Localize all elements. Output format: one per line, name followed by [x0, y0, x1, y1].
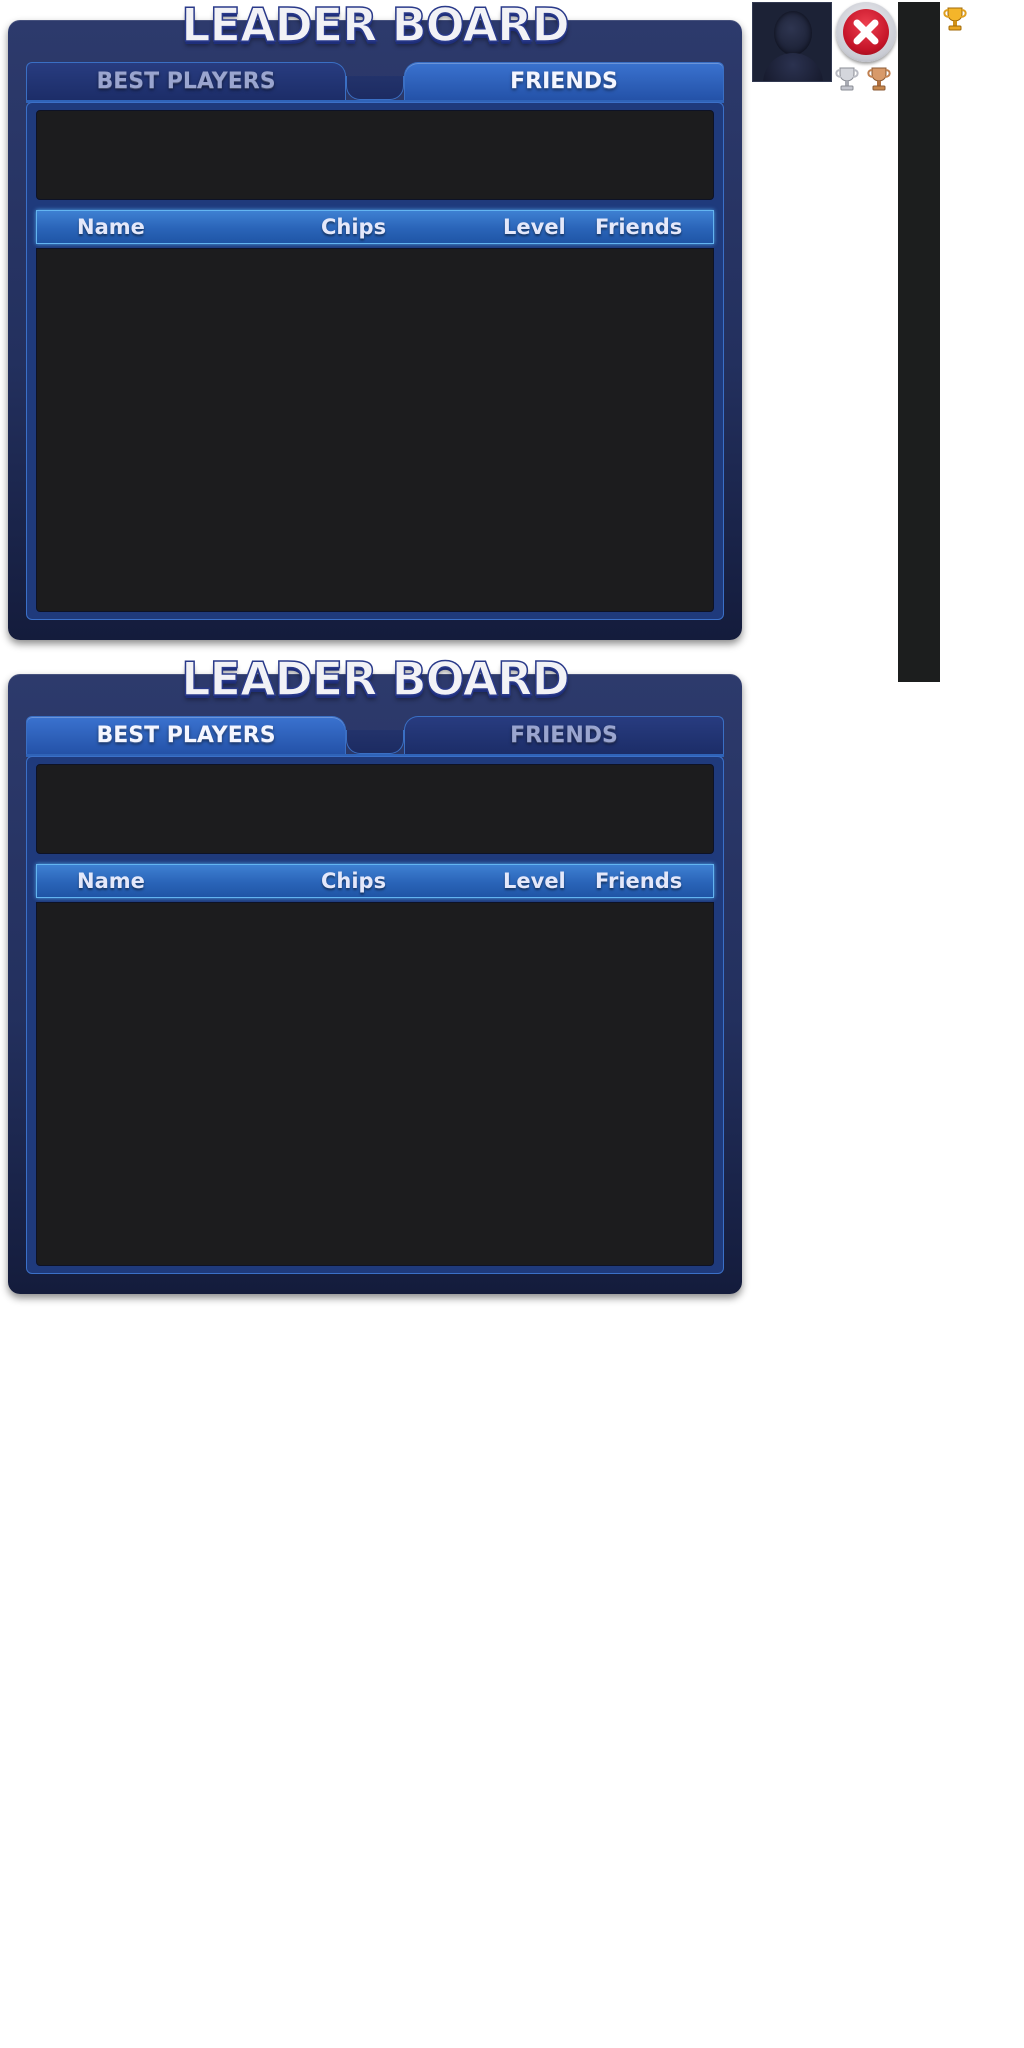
leaderboard-panel-friends: LEADER BOARD BEST PLAYERS FRIENDS Name C…: [8, 0, 742, 640]
close-x-icon: [853, 19, 879, 45]
column-header-bar: Name Chips Level Friends: [36, 210, 714, 244]
silver-trophy-icon: [835, 67, 859, 91]
scrollbar-track[interactable]: [898, 2, 940, 682]
avatar-body-silhouette: [763, 53, 823, 81]
column-header-bar: Name Chips Level Friends: [36, 864, 714, 898]
tab-notch: [346, 730, 404, 754]
tab-notch: [346, 76, 404, 100]
close-button-face: [843, 9, 889, 55]
column-header-level[interactable]: Level: [503, 211, 566, 243]
leaderboard-title: LEADER BOARD: [180, 651, 570, 707]
sprite-sheet: LEADER BOARD BEST PLAYERS FRIENDS Name C…: [0, 0, 1024, 2048]
bronze-trophy-icon: [867, 67, 891, 91]
tab-friends[interactable]: FRIENDS: [404, 716, 724, 754]
avatar-head-silhouette: [774, 11, 812, 55]
leaderboard-list[interactable]: [36, 248, 714, 612]
column-header-friends[interactable]: Friends: [595, 211, 682, 243]
tab-best-players[interactable]: BEST PLAYERS: [26, 716, 346, 754]
tab-bar: BEST PLAYERS FRIENDS: [26, 62, 724, 103]
column-header-name[interactable]: Name: [77, 865, 145, 897]
tab-bar: BEST PLAYERS FRIENDS: [26, 716, 724, 757]
column-header-chips[interactable]: Chips: [321, 865, 386, 897]
gold-trophy-icon: [943, 7, 967, 31]
leaderboard-title: LEADER BOARD: [180, 0, 570, 53]
column-header-name[interactable]: Name: [77, 211, 145, 243]
leaderboard-list[interactable]: [36, 902, 714, 1266]
avatar-placeholder: [752, 2, 832, 82]
tab-friends[interactable]: FRIENDS: [404, 62, 724, 100]
tab-best-players[interactable]: BEST PLAYERS: [26, 62, 346, 100]
player-info-panel: [36, 110, 714, 200]
column-header-level[interactable]: Level: [503, 865, 566, 897]
column-header-chips[interactable]: Chips: [321, 211, 386, 243]
leaderboard-panel-best-players: LEADER BOARD BEST PLAYERS FRIENDS Name C…: [8, 651, 742, 1294]
player-info-panel: [36, 764, 714, 854]
close-button[interactable]: [836, 2, 896, 62]
column-header-friends[interactable]: Friends: [595, 865, 682, 897]
